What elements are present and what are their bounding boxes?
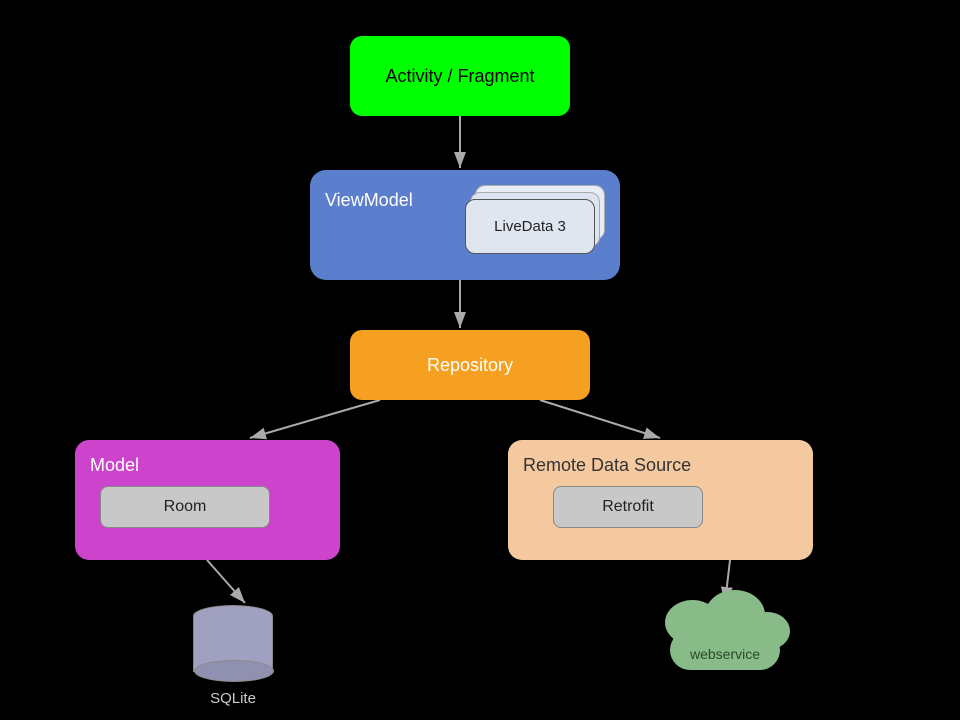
cylinder-bottom <box>194 660 274 682</box>
room-box: Room <box>100 486 270 528</box>
webservice-cloud: webservice <box>660 605 790 670</box>
retrofit-box: Retrofit <box>553 486 703 528</box>
repository-label: Repository <box>427 355 513 376</box>
viewmodel-box: ViewModel LiveData 3 <box>310 170 620 280</box>
architecture-diagram: Activity / Fragment ViewModel LiveData 3… <box>0 0 960 720</box>
livedata-stack: LiveData 3 <box>465 185 605 265</box>
webservice-label: webservice <box>660 646 790 662</box>
cloud-shape: webservice <box>660 605 790 670</box>
livedata-label: LiveData 3 <box>494 218 566 235</box>
remote-data-source-box: Remote Data Source Retrofit <box>508 440 813 560</box>
remote-data-source-label: Remote Data Source <box>523 455 691 476</box>
model-box: Model Room <box>75 440 340 560</box>
activity-fragment-box: Activity / Fragment <box>350 36 570 116</box>
sqlite-cylinder: SQLite <box>193 605 273 707</box>
livedata-card-front: LiveData 3 <box>465 199 595 254</box>
retrofit-label: Retrofit <box>602 498 654 516</box>
room-label: Room <box>164 498 207 516</box>
activity-fragment-label: Activity / Fragment <box>385 66 534 87</box>
repository-box: Repository <box>350 330 590 400</box>
model-label: Model <box>90 455 139 476</box>
viewmodel-label: ViewModel <box>325 185 413 211</box>
sqlite-label: SQLite <box>210 690 256 707</box>
cloud-bump3 <box>745 612 790 650</box>
cylinder-body <box>193 617 273 672</box>
